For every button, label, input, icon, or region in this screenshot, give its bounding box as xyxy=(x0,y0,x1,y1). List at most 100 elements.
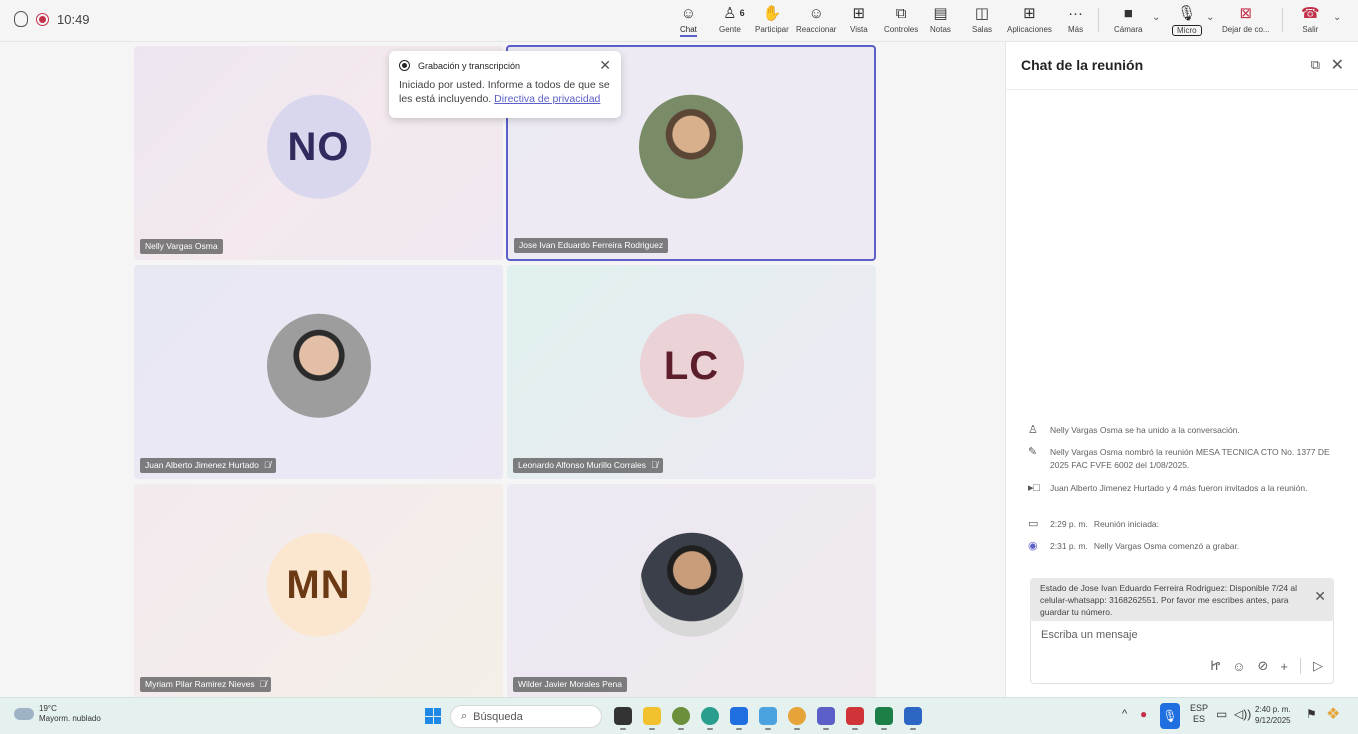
windows-taskbar: 19°C Mayorm. nublado ⌕ Búsqueda ^ ● 🎙 ES… xyxy=(0,697,1358,734)
rooms-button[interactable]: ◫ Salas xyxy=(972,4,992,38)
chat-event[interactable]: ▸□ Juan Alberto Jimenez Hurtado y 4 más … xyxy=(1028,482,1330,495)
acrobat-icon[interactable] xyxy=(846,707,864,730)
notes-button[interactable]: ▤ Notas xyxy=(930,4,951,38)
camera-off-icon: ■ xyxy=(1123,5,1133,22)
participant-tile[interactable]: Wilder Javier Morales Pena xyxy=(507,484,876,698)
word-icon[interactable] xyxy=(904,707,922,730)
mic-in-use-icon[interactable]: 🎙 xyxy=(1160,703,1180,729)
avatar: NO xyxy=(266,94,371,199)
weather-temp: 19°C xyxy=(39,704,57,713)
avatar: LC xyxy=(639,313,744,418)
toolbar-divider xyxy=(1282,8,1283,32)
participant-name-tag: Myriam Pilar Ramirez Nieves 🎙̸ xyxy=(140,677,272,692)
leave-options-chevron-icon[interactable]: ⌄ xyxy=(1333,12,1341,23)
send-icon[interactable]: ▷ xyxy=(1313,658,1323,674)
chat-event: ♙ Nelly Vargas Osma se ha unido a la con… xyxy=(1028,424,1240,436)
privacy-policy-link[interactable]: Directiva de privacidad xyxy=(494,93,600,105)
shield-icon xyxy=(14,11,28,27)
message-compose-box[interactable]: Escriba un mensaje Ꮵ ☺ ⊘ + ▷ xyxy=(1030,621,1334,684)
file-explorer-icon[interactable] xyxy=(643,707,661,730)
participant-name: Wilder Javier Morales Pena xyxy=(518,679,622,689)
people-button[interactable]: ♙ 6 Gente xyxy=(719,4,745,38)
people-count: 6 xyxy=(739,8,745,18)
close-icon[interactable]: ✕ xyxy=(599,57,611,74)
volume-icon[interactable]: ◁)) xyxy=(1234,707,1251,721)
camera-options-chevron-icon[interactable]: ⌄ xyxy=(1152,12,1160,23)
copilot-icon[interactable]: ❖ xyxy=(1326,704,1340,724)
notification-icon[interactable]: ⚑ xyxy=(1306,707,1317,721)
participant-name: Juan Alberto Jimenez Hurtado xyxy=(145,460,259,470)
smiley-icon: ☺ xyxy=(808,5,824,22)
windows-start-icon[interactable] xyxy=(425,708,441,724)
mic-icon: 🎙 xyxy=(1177,5,1197,22)
controls-button[interactable]: ⧉ Controles xyxy=(884,4,918,38)
app-icon[interactable] xyxy=(672,707,690,730)
loop-icon[interactable]: ⊘ xyxy=(1258,658,1269,674)
chat-icon: ☺ xyxy=(680,5,697,22)
toolbar-divider xyxy=(1098,8,1099,32)
emoji-icon[interactable]: ☺ xyxy=(1232,659,1245,674)
people-icon: ♙ 6 xyxy=(723,5,745,22)
avatar-photo xyxy=(639,532,744,637)
close-icon[interactable]: ✕ xyxy=(1331,55,1344,75)
chat-button[interactable]: ☺ Chat xyxy=(680,4,697,38)
react-button[interactable]: ☺ Reaccionar xyxy=(796,4,836,38)
search-icon: ⌕ xyxy=(461,710,468,722)
message-input[interactable]: Escriba un mensaje xyxy=(1041,629,1138,641)
participant-name-tag: Jose Ivan Eduardo Ferreira Rodriguez xyxy=(514,238,669,253)
camera-icon: ▭ xyxy=(1028,518,1039,530)
notification-body: Iniciado por usted. Informe a todos de q… xyxy=(399,79,610,105)
notes-icon: ▤ xyxy=(933,5,948,22)
teams-icon[interactable] xyxy=(817,707,835,730)
mic-options-chevron-icon[interactable]: ⌄ xyxy=(1206,12,1214,23)
format-icon[interactable]: Ꮵ xyxy=(1211,658,1220,674)
cloud-icon xyxy=(14,708,34,720)
participant-tile[interactable]: MN Myriam Pilar Ramirez Nieves 🎙̸ xyxy=(134,484,503,698)
recording-icon xyxy=(399,60,410,71)
view-button[interactable]: ⊞ Vista xyxy=(850,4,868,38)
pop-out-icon[interactable]: ⧉ xyxy=(1311,57,1320,73)
raise-hand-button[interactable]: ✋ Participar xyxy=(755,4,789,38)
recording-notification: Grabación y transcripción ✕ Iniciado por… xyxy=(389,51,621,118)
meeting-chat-panel: Chat de la reunión ⧉ ✕ ♙ Nelly Vargas Os… xyxy=(1005,42,1358,697)
taskbar-search[interactable]: ⌕ Búsqueda xyxy=(450,705,602,728)
edge-icon[interactable] xyxy=(701,707,719,730)
network-icon[interactable]: ▭ xyxy=(1216,707,1227,721)
participant-name-tag: Leonardo Alfonso Murillo Corrales 🎙̸ xyxy=(513,458,663,473)
leave-button[interactable]: ☎ Salir xyxy=(1301,4,1320,38)
person-joined-icon: ♙ xyxy=(1028,424,1038,436)
stop-sharing-button[interactable]: ⊠ Dejar de co... xyxy=(1222,4,1270,38)
divider xyxy=(1300,658,1301,674)
language-indicator[interactable]: ESP ES xyxy=(1190,703,1208,725)
more-button[interactable]: ··· Más xyxy=(1068,4,1083,38)
hang-up-icon: ☎ xyxy=(1301,5,1320,22)
mic-button[interactable]: 🎙 Micro xyxy=(1172,4,1202,38)
apps-button[interactable]: ⊞ Aplicaciones xyxy=(1007,4,1052,38)
participant-tile[interactable]: Juan Alberto Jimenez Hurtado 🎙̸ xyxy=(134,265,503,479)
camera-button[interactable]: ■ Cámara xyxy=(1114,4,1142,38)
chrome-icon[interactable] xyxy=(788,707,806,730)
mic-muted-icon: 🎙̸ xyxy=(263,460,271,470)
tray-app-icon[interactable]: ● xyxy=(1140,707,1147,721)
more-icon: ··· xyxy=(1068,5,1084,22)
weather-widget[interactable]: 19°C Mayorm. nublado xyxy=(14,704,101,724)
participant-name-tag: Wilder Javier Morales Pena xyxy=(513,677,627,692)
avatar-photo xyxy=(266,313,371,418)
close-icon[interactable]: ✕ xyxy=(1314,589,1326,603)
store-icon[interactable] xyxy=(730,707,748,730)
meeting-toolbar: 10:49 ☺ Chat ♙ 6 Gente ✋ Participar ☺ Rea… xyxy=(0,0,1358,42)
participant-name: Leonardo Alfonso Murillo Corrales xyxy=(518,460,647,470)
show-hidden-icons-icon[interactable]: ^ xyxy=(1122,708,1127,720)
pencil-icon: ✎ xyxy=(1028,446,1038,458)
participant-tile[interactable]: LC Leonardo Alfonso Murillo Corrales 🎙̸ xyxy=(507,265,876,479)
add-icon[interactable]: + xyxy=(1280,659,1288,674)
divider xyxy=(1006,89,1358,90)
add-icon: ⊞ xyxy=(1023,5,1036,22)
system-clock[interactable]: 2:40 p. m. 9/12/2025 xyxy=(1255,704,1291,726)
excel-icon[interactable] xyxy=(875,707,893,730)
stop-share-icon: ⊠ xyxy=(1239,5,1253,22)
app-icon[interactable] xyxy=(759,707,777,730)
compose-toolbar: Ꮵ ☺ ⊘ + ▷ xyxy=(1211,658,1323,674)
avatar-photo xyxy=(639,94,743,199)
task-view-icon[interactable] xyxy=(614,707,632,730)
